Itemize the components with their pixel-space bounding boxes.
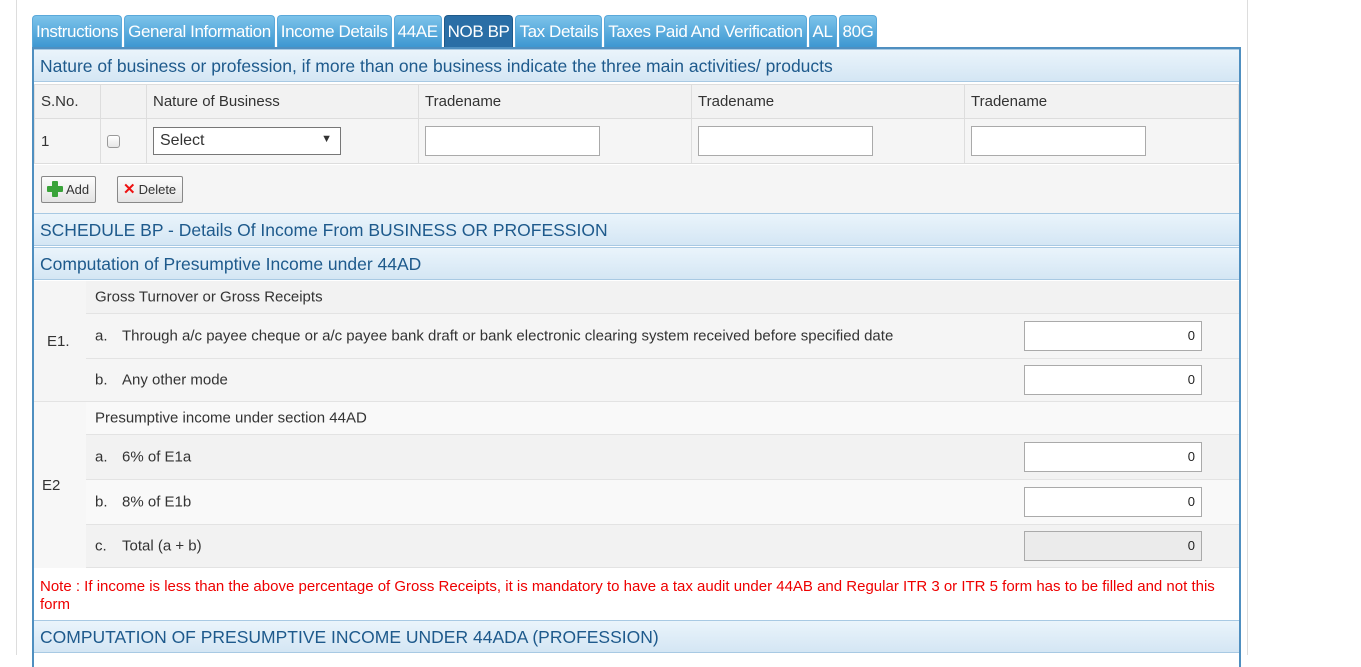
e2c-text: Total (a + b)	[122, 537, 202, 555]
nob-button-bar: Add ✕ Delete	[34, 165, 1239, 214]
tradename-cell-3	[964, 118, 1239, 164]
tab-income-details[interactable]: Income Details	[276, 15, 392, 47]
e2b-input[interactable]: 0	[1024, 487, 1202, 517]
e2b-label: b. 8% of E1b	[95, 494, 191, 511]
e1a-label: a. Through a/c payee cheque or a/c payee …	[95, 328, 893, 345]
delete-button[interactable]: ✕ Delete	[117, 176, 184, 203]
nature-select-value: Select	[160, 132, 205, 149]
e1a-text: Through a/c payee cheque or a/c payee ba…	[122, 327, 894, 345]
add-button[interactable]: Add	[41, 176, 97, 203]
delete-button-label: Delete	[138, 182, 177, 197]
tab-general-information[interactable]: General Information	[124, 15, 275, 47]
col-sno: S.No.	[34, 84, 101, 119]
computation-44ada-header: COMPUTATION OF PRESUMPTIVE INCOME UNDER …	[34, 620, 1239, 653]
tab-tax-details[interactable]: Tax Details	[515, 15, 603, 47]
e2a-label: a. 6% of E1a	[95, 449, 191, 466]
tradename-cell-2	[691, 118, 965, 164]
e1a-row: a. Through a/c payee cheque or a/c payee …	[86, 314, 1239, 359]
nature-of-business-select[interactable]: Select ▼	[153, 127, 341, 155]
page-right-border	[1247, 0, 1248, 655]
e2c-total-readonly: 0	[1024, 531, 1202, 561]
e2-label: E2	[42, 477, 61, 494]
computation-44ad-header: Computation of Presumptive Income under …	[34, 247, 1239, 280]
e1b-row: b. Any other mode 0	[86, 359, 1239, 402]
page-left-border	[16, 0, 17, 655]
row-checkbox-cell	[100, 118, 147, 164]
e1-row-label-cell: E1.	[34, 281, 86, 402]
tab-instructions[interactable]: Instructions	[32, 15, 123, 47]
tab-al[interactable]: AL	[808, 15, 837, 47]
e2-title: Presumptive income under section 44AD	[95, 409, 367, 427]
e2b-text: 8% of E1b	[122, 493, 192, 511]
col-tradename-1: Tradename	[418, 84, 692, 119]
tab-44ae[interactable]: 44AE	[393, 15, 442, 47]
e2c-label: c. Total (a + b)	[95, 538, 202, 555]
table-row: 1 Select ▼	[34, 118, 1239, 164]
nature-cell: Select ▼	[146, 118, 419, 164]
tradename-cell-1	[418, 118, 692, 164]
e2c-letter: c.	[95, 537, 107, 555]
e2b-letter: b.	[95, 493, 108, 511]
plus-icon	[47, 181, 63, 197]
tab-80g[interactable]: 80G	[838, 15, 878, 47]
e2a-input[interactable]: 0	[1024, 442, 1202, 472]
e1b-label: b. Any other mode	[95, 372, 228, 389]
e2a-letter: a.	[95, 448, 108, 466]
e1b-input[interactable]: 0	[1024, 365, 1202, 395]
row-sno: 1	[34, 118, 101, 164]
e2-title-row: Presumptive income under section 44AD	[86, 402, 1239, 435]
tradename-input-1[interactable]	[425, 126, 600, 156]
col-nature-of-business: Nature of Business	[146, 84, 419, 119]
dropdown-arrow-icon: ▼	[321, 133, 332, 145]
tradename-input-2[interactable]	[698, 126, 873, 156]
tradename-input-3[interactable]	[971, 126, 1146, 156]
row-select-checkbox[interactable]	[107, 135, 120, 149]
e2a-row: a. 6% of E1a 0	[86, 435, 1239, 480]
tab-taxes-paid-verification[interactable]: Taxes Paid And Verification	[604, 15, 807, 47]
e2-row-label-cell: E2	[34, 402, 86, 568]
schedule-bp-header: SCHEDULE BP - Details Of Income From BUS…	[34, 213, 1239, 246]
e1a-letter: a.	[95, 327, 108, 345]
e1b-text: Any other mode	[122, 371, 228, 389]
add-button-label: Add	[66, 182, 90, 197]
col-tradename-3: Tradename	[964, 84, 1239, 119]
tab-bar: Instructions General Information Income …	[32, 15, 879, 47]
e1-title: Gross Turnover or Gross Receipts	[95, 288, 323, 306]
e2b-row: b. 8% of E1b 0	[86, 480, 1239, 525]
e1-title-row: Gross Turnover or Gross Receipts	[86, 281, 1239, 314]
e1-label: E1.	[47, 333, 70, 350]
e1b-letter: b.	[95, 371, 108, 389]
tax-audit-note: Note : If income is less than the above …	[40, 578, 1215, 613]
tab-nob-bp[interactable]: NOB BP	[443, 15, 514, 47]
nob-bp-panel: Nature of business or profession, if mor…	[32, 47, 1241, 667]
nob-table: S.No. Nature of Business Tradename Trade…	[34, 84, 1239, 164]
col-tradename-2: Tradename	[691, 84, 965, 119]
col-checkbox	[100, 84, 147, 119]
delete-x-icon: ✕	[123, 181, 136, 198]
e2a-text: 6% of E1a	[122, 448, 192, 466]
e1a-input[interactable]: 0	[1024, 321, 1202, 351]
e2c-row: c. Total (a + b) 0	[86, 525, 1239, 568]
nob-table-header-row: S.No. Nature of Business Tradename Trade…	[34, 84, 1239, 119]
nob-section-header: Nature of business or profession, if mor…	[34, 49, 1239, 82]
